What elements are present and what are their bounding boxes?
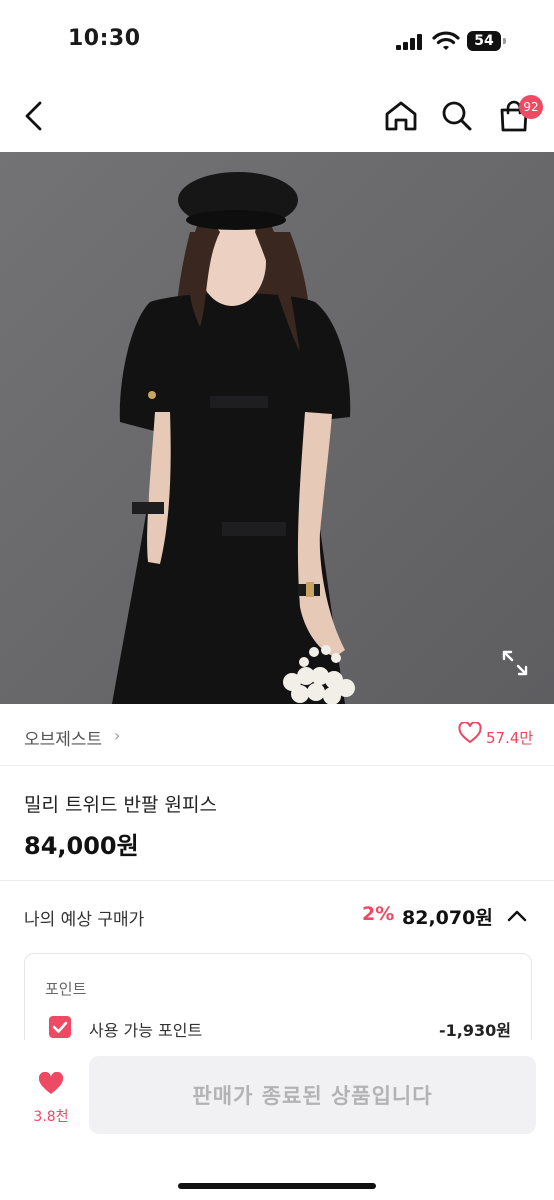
estimated-price-label: 나의 예상 구매가 [24,910,145,930]
product-price: 84,000원 [24,832,139,860]
product-photo [0,152,554,704]
heart-outline-icon[interactable] [458,722,482,744]
bottom-action-bar: 3.8천 판매가 종료된 상품입니다 [0,1040,554,1200]
wish-count: 3.8천 [33,1109,69,1125]
search-button[interactable] [437,96,477,136]
battery-percent: 54 [474,33,494,49]
home-icon [385,101,417,131]
like-count: 57.4만 [486,729,534,747]
product-name: 밀리 트위드 반팔 원피스 [24,794,217,816]
brand-row[interactable]: 오브제스트 › 57.4만 [0,705,554,766]
checkmark-icon [52,1021,68,1033]
expand-icon[interactable] [500,648,530,678]
product-image[interactable] [0,152,554,704]
wifi-icon [432,31,460,50]
home-button[interactable] [381,96,421,136]
divider [0,880,554,881]
available-points-label: 사용 가능 포인트 [89,1021,203,1040]
status-bar: 10:30 54 [0,0,554,80]
discount-rate: 2% [362,903,395,925]
search-icon [442,101,472,131]
status-time: 10:30 [68,26,141,51]
estimated-price: 82,070원 [402,907,493,929]
sold-out-button[interactable]: 판매가 종료된 상품입니다 [89,1056,536,1134]
cellular-signal-icon [396,34,424,50]
chevron-left-icon [25,101,42,131]
brand-name[interactable]: 오브제스트 [24,725,102,750]
back-button[interactable] [14,96,54,136]
battery-icon: 54 [467,31,507,51]
points-checkbox[interactable] [49,1016,71,1038]
cart-count-badge: 92 [519,95,543,119]
heart-filled-icon[interactable] [38,1072,64,1096]
points-title: 포인트 [45,980,87,998]
available-points-value: -1,930원 [439,1021,511,1040]
top-nav-bar [0,80,554,152]
chevron-up-icon[interactable] [505,904,529,928]
home-indicator [178,1183,376,1189]
chevron-right-icon: › [114,726,121,745]
